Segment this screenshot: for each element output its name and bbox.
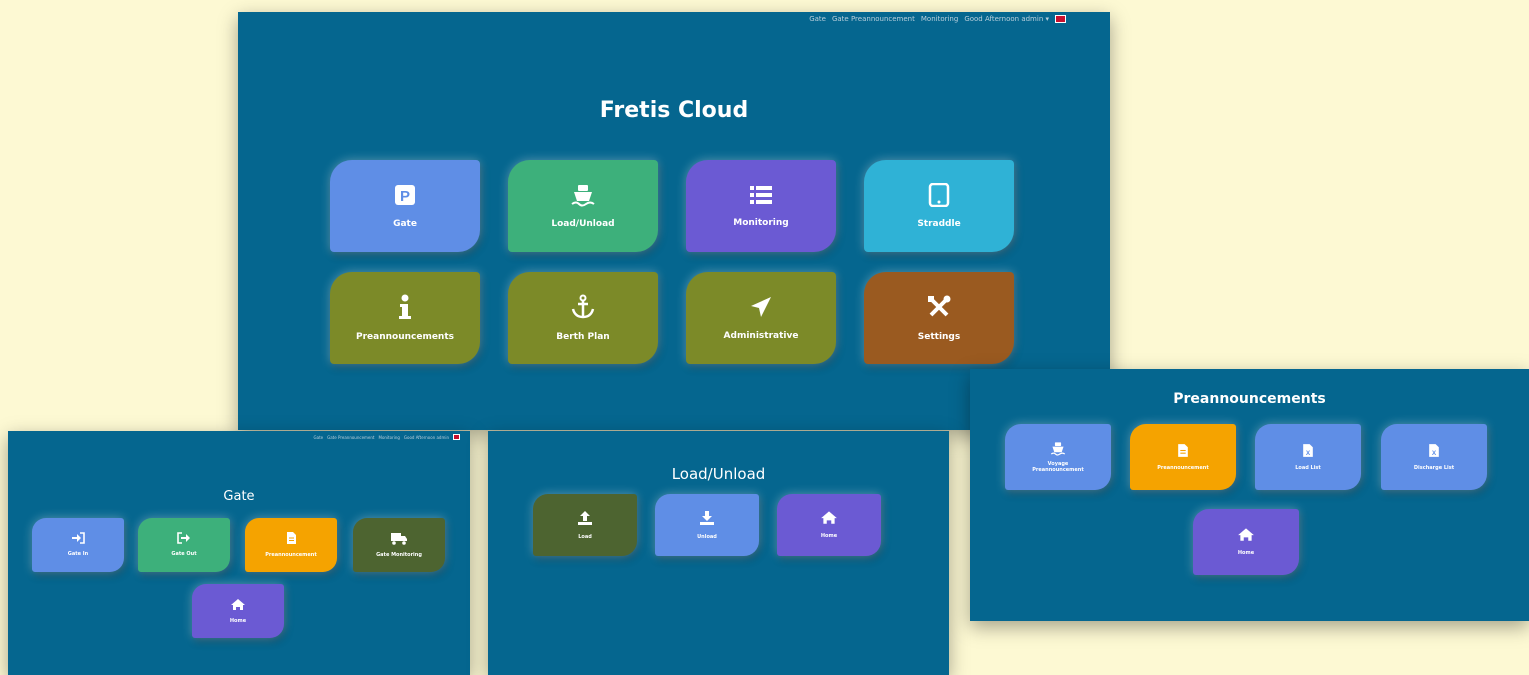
tablet-icon [928,182,950,207]
tile-label: Administrative [723,330,799,341]
tile-label: Straddle [917,218,961,229]
document-icon [1177,443,1189,458]
main-panel: Gate Gate Preannouncement Monitoring Goo… [238,12,1110,430]
user-menu[interactable]: Good Afternoon admin ▾ [964,15,1049,23]
tile-label: Monitoring [733,217,789,228]
svg-text:P: P [400,188,410,205]
list-icon [749,184,773,206]
sign-in-icon [71,532,85,544]
nav-gate[interactable]: Gate [809,15,826,23]
download-icon [699,510,715,526]
tile-straddle[interactable]: Straddle [864,160,1014,252]
tile-label: Voyage Preannouncement [1032,460,1084,473]
tile-gate-in[interactable]: Gate In [32,518,124,572]
tile-gate-monitoring[interactable]: Gate Monitoring [353,518,445,572]
home-icon [230,598,246,611]
excel-file-icon: X [1428,443,1440,458]
tile-voyage-preannouncement[interactable]: Voyage Preannouncement [1005,424,1111,490]
tile-label: Home [229,617,247,624]
parking-icon: P [393,183,417,207]
info-icon [398,294,412,320]
ship-icon [570,183,596,207]
tile-label: Discharge List [1413,464,1455,471]
nav-gate[interactable]: Gate [314,435,324,440]
tile-gate-out[interactable]: Gate Out [138,518,230,572]
nav-monitoring[interactable]: Monitoring [921,15,958,23]
page-title: Gate [223,489,255,504]
tile-administrative[interactable]: Administrative [686,272,836,364]
svg-text:X: X [1306,449,1311,456]
tools-icon [926,294,952,320]
load-unload-panel: Load/Unload Load Unload Home [488,431,949,675]
tile-label: Preannouncements [355,331,454,342]
tile-label: Preannouncement [1157,464,1209,471]
tile-label: Gate Monitoring [376,551,422,558]
svg-text:X: X [1432,449,1437,456]
document-icon [286,531,297,545]
page-title: Load/Unload [671,465,766,483]
tile-home[interactable]: Home [1193,509,1299,575]
tile-label: Preannouncement [265,552,317,559]
excel-file-icon: X [1302,443,1314,458]
ship-icon [1050,441,1066,456]
tile-gate[interactable]: P Gate [330,160,480,252]
tile-label: Berth Plan [556,331,610,342]
tile-preannouncement[interactable]: Preannouncement [245,518,337,572]
gate-panel: Gate Gate Preannouncement Monitoring Goo… [8,431,470,675]
tile-berth-plan[interactable]: Berth Plan [508,272,658,364]
tile-monitoring[interactable]: Monitoring [686,160,836,252]
tile-label: Gate In [67,551,89,558]
nav-monitoring[interactable]: Monitoring [379,435,400,440]
tile-label: Unload [697,533,717,540]
tile-label: Home [820,533,838,540]
tile-label: Gate [393,218,417,229]
home-icon [820,510,838,525]
sign-out-icon [177,532,191,544]
truck-icon [390,532,408,545]
tile-label: Load/Unload [551,218,615,229]
page-title: Preannouncements [1173,391,1326,407]
tile-load[interactable]: Load [533,494,637,556]
user-menu[interactable]: Good Afternoon admin [404,435,449,440]
anchor-icon [570,294,596,320]
tile-settings[interactable]: Settings [864,272,1014,364]
language-flag-icon[interactable] [453,434,460,440]
tile-load-list[interactable]: X Load List [1255,424,1361,490]
tile-discharge-list[interactable]: X Discharge List [1381,424,1487,490]
tile-load-unload[interactable]: Load/Unload [508,160,658,252]
home-icon [1237,527,1255,542]
tile-label: Gate Out [171,551,197,558]
nav-gate-preannouncement[interactable]: Gate Preannouncement [327,435,374,440]
tile-label: Home [1237,550,1255,557]
tile-home[interactable]: Home [777,494,881,556]
tile-preannouncement[interactable]: Preannouncement [1130,424,1236,490]
preannouncements-panel: Preannouncements Voyage Preannouncement … [970,369,1529,621]
page-title: Fretis Cloud [599,98,749,123]
top-nav: Gate Gate Preannouncement Monitoring Goo… [809,15,1066,23]
top-nav: Gate Gate Preannouncement Monitoring Goo… [314,434,460,440]
tile-preannouncements[interactable]: Preannouncements [330,272,480,364]
tile-label: Load [578,533,592,540]
upload-icon [577,510,593,526]
tile-unload[interactable]: Unload [655,494,759,556]
tile-label: Load List [1295,464,1321,471]
language-flag-icon[interactable] [1055,15,1066,23]
tile-label: Settings [917,331,961,342]
tile-home[interactable]: Home [192,584,284,638]
paper-plane-icon [749,295,773,319]
nav-gate-preannouncement[interactable]: Gate Preannouncement [832,15,915,23]
